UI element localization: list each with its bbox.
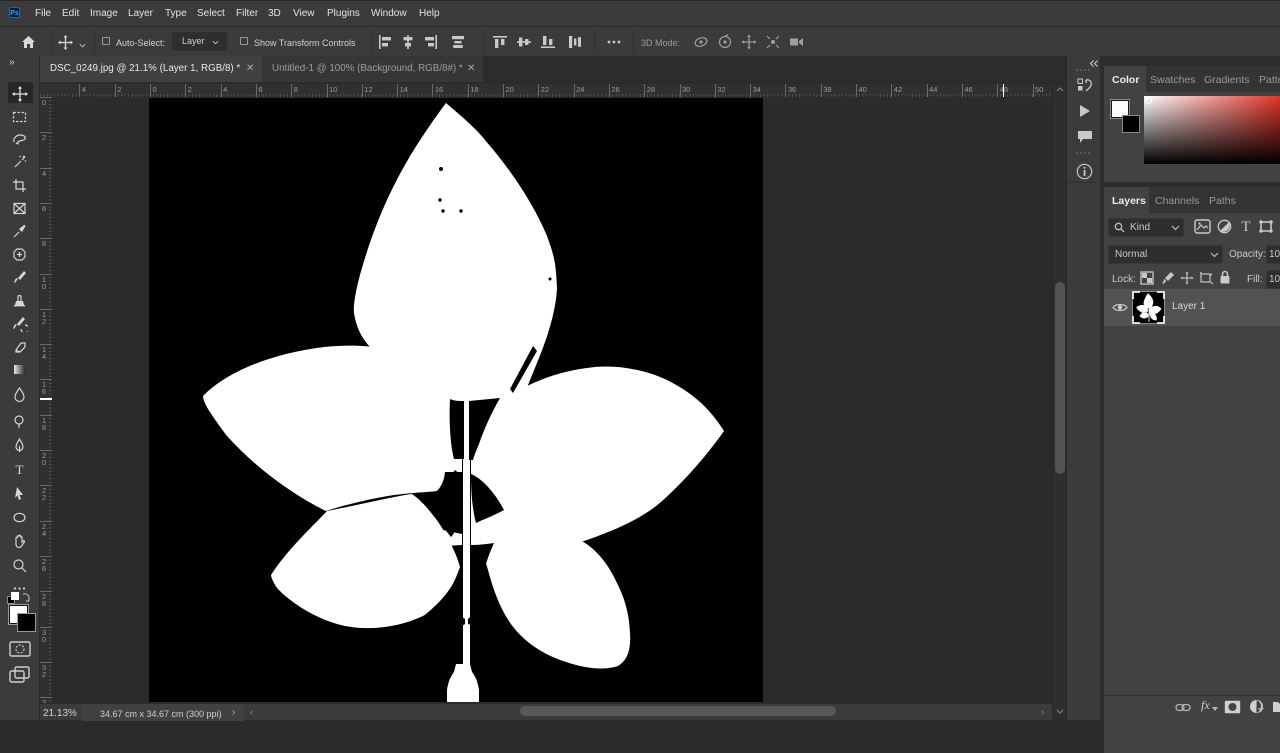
svg-text:T: T <box>1241 219 1250 234</box>
svg-text:T: T <box>16 462 24 477</box>
